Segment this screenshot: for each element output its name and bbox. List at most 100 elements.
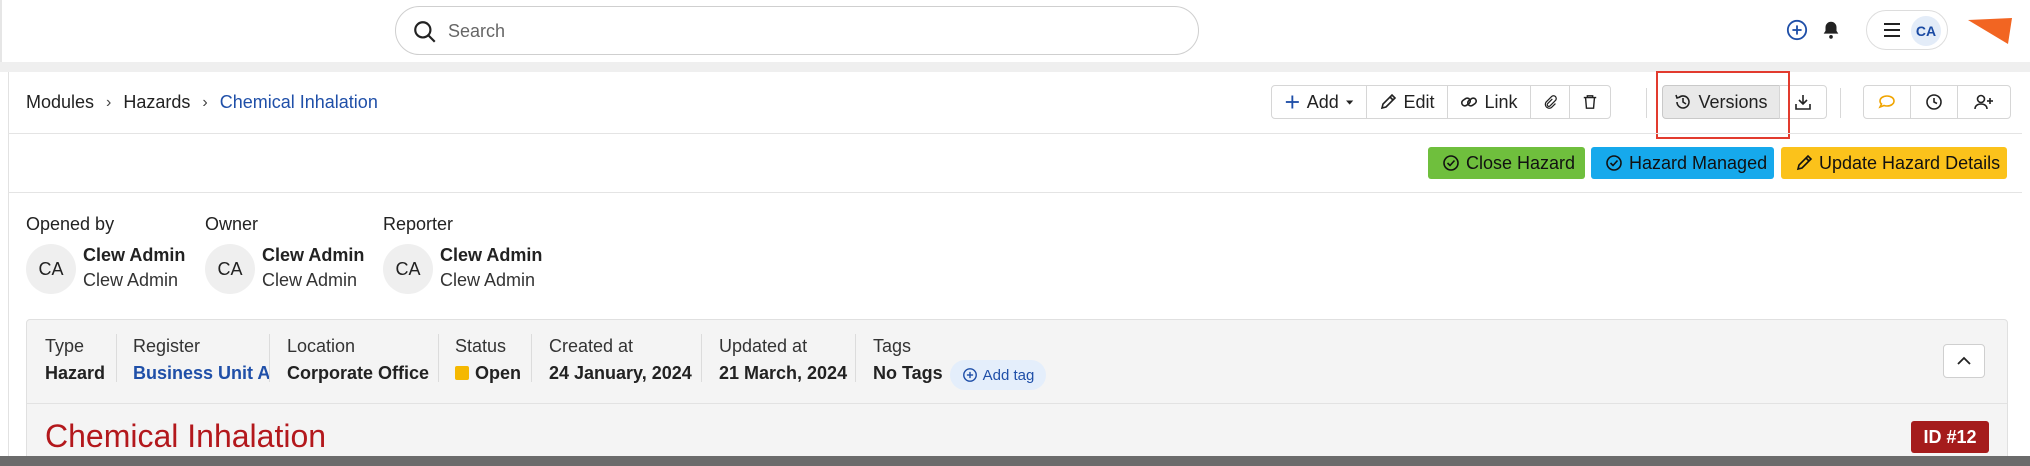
header-divider [0,62,2030,72]
link-button[interactable]: Link [1447,85,1531,119]
field-label: Register [133,336,201,356]
field-divider [116,334,117,382]
breadcrumb-current[interactable]: Chemical Inhalation [220,92,378,113]
trash-icon [1583,95,1597,109]
field-updated: Updated at 21 March, 2024 [719,336,847,384]
status-indicator [455,366,469,380]
person-subtitle: Clew Admin [83,270,179,290]
field-location: Location Corporate Office [287,336,429,384]
avatar: CA [205,244,255,294]
field-label: Tags [873,336,912,356]
update-hazard-button[interactable]: Update Hazard Details [1781,147,2007,179]
add-button-label: Add [1306,91,1339,112]
record-title: Chemical Inhalation [45,418,327,454]
add-tag-label: Add tag [982,366,1035,384]
add-watcher-button[interactable] [1957,85,2011,119]
bell-icon[interactable] [1820,18,1842,42]
close-hazard-button[interactable]: Close Hazard [1428,147,1585,179]
link-icon [1461,97,1478,107]
field-label: Type [45,336,85,356]
field-divider [438,334,439,382]
field-label: Status [455,336,507,356]
chevron-up-icon [1957,356,1971,365]
add-circle-icon[interactable] [1786,19,1808,41]
breadcrumb-separator: › [202,93,208,111]
plus-icon [1285,95,1299,109]
register-link[interactable]: Business Unit A [133,363,270,384]
field-value: 24 January, 2024 [549,363,692,383]
brand-logo[interactable] [1968,18,2012,44]
close-hazard-label: Close Hazard [1466,152,1576,173]
record-id-badge: ID #12 [1911,421,1989,453]
person-role: Owner [205,214,259,234]
breadcrumb-hazards[interactable]: Hazards [123,92,190,113]
status-text: Open [475,363,522,383]
edit-button[interactable]: Edit [1366,85,1448,119]
search-input[interactable] [448,17,1148,45]
person-role: Opened by [26,214,115,234]
person-role: Reporter [383,214,454,234]
check-circle-icon [1443,155,1459,171]
field-status: Status Open [455,336,521,384]
user-avatar: CA [1911,16,1941,46]
comments-button[interactable] [1863,85,1911,119]
update-hazard-label: Update Hazard Details [1819,152,2001,173]
collapse-details-button[interactable] [1943,344,1985,378]
field-created: Created at 24 January, 2024 [549,336,692,384]
hazard-managed-label: Hazard Managed [1629,152,1768,173]
user-menu-button[interactable]: CA [1866,10,1948,50]
add-tag-button[interactable]: Add tag [950,360,1046,390]
field-divider [531,334,532,382]
pencil-icon [1381,93,1397,110]
divider [8,192,2022,193]
field-divider [701,334,702,382]
window-bottom-edge [0,456,2030,466]
check-circle-icon [1606,155,1622,171]
divider [8,133,2022,134]
add-circle-icon [962,368,977,382]
versions-button-label: Versions [1698,91,1768,112]
field-divider [855,334,856,382]
delete-button[interactable] [1569,85,1611,119]
top-bar: CA [0,0,2030,62]
history-button[interactable] [1910,85,1958,119]
field-label: Location [287,336,356,356]
hazard-managed-button[interactable]: Hazard Managed [1591,147,1774,179]
field-divider [269,334,270,382]
field-value: 21 March, 2024 [719,363,848,383]
person-name: Clew Admin [440,245,543,265]
person-subtitle: Clew Admin [440,270,536,290]
avatar: CA [26,244,76,294]
history-icon [1675,94,1691,109]
toolbar-divider [1840,88,1841,118]
add-button[interactable]: Add [1271,85,1367,119]
breadcrumb: Modules › Hazards › Chemical Inhalation [26,92,378,113]
activity-toolbar [1863,85,2011,119]
edit-button-label: Edit [1403,91,1435,112]
comment-icon [1878,95,1895,109]
breadcrumb-separator: › [106,93,112,111]
download-icon [1795,95,1811,110]
attach-button[interactable] [1530,85,1570,119]
person-opened-by: Opened by CA Clew Admin Clew Admin [26,214,185,294]
toolbar-divider [1646,88,1647,118]
clock-icon [1926,94,1942,110]
person-name: Clew Admin [83,245,186,265]
search-icon [414,21,436,43]
avatar: CA [383,244,433,294]
field-tags: Tags No Tags [873,336,943,384]
search-box[interactable] [395,6,1199,55]
field-label: Created at [549,336,634,356]
paperclip-icon [1544,95,1557,109]
pencil-icon [1796,154,1813,171]
versions-button[interactable]: Versions [1662,85,1780,119]
divider [27,403,2007,404]
person-subtitle: Clew Admin [262,270,358,290]
breadcrumb-modules[interactable]: Modules [26,92,94,113]
hamburger-icon [1884,23,1900,37]
user-plus-icon [1974,94,1993,110]
person-name: Clew Admin [262,245,365,265]
status-value: Open [455,363,521,384]
download-button[interactable] [1779,85,1827,119]
field-register: Register Business Unit A [133,336,270,384]
